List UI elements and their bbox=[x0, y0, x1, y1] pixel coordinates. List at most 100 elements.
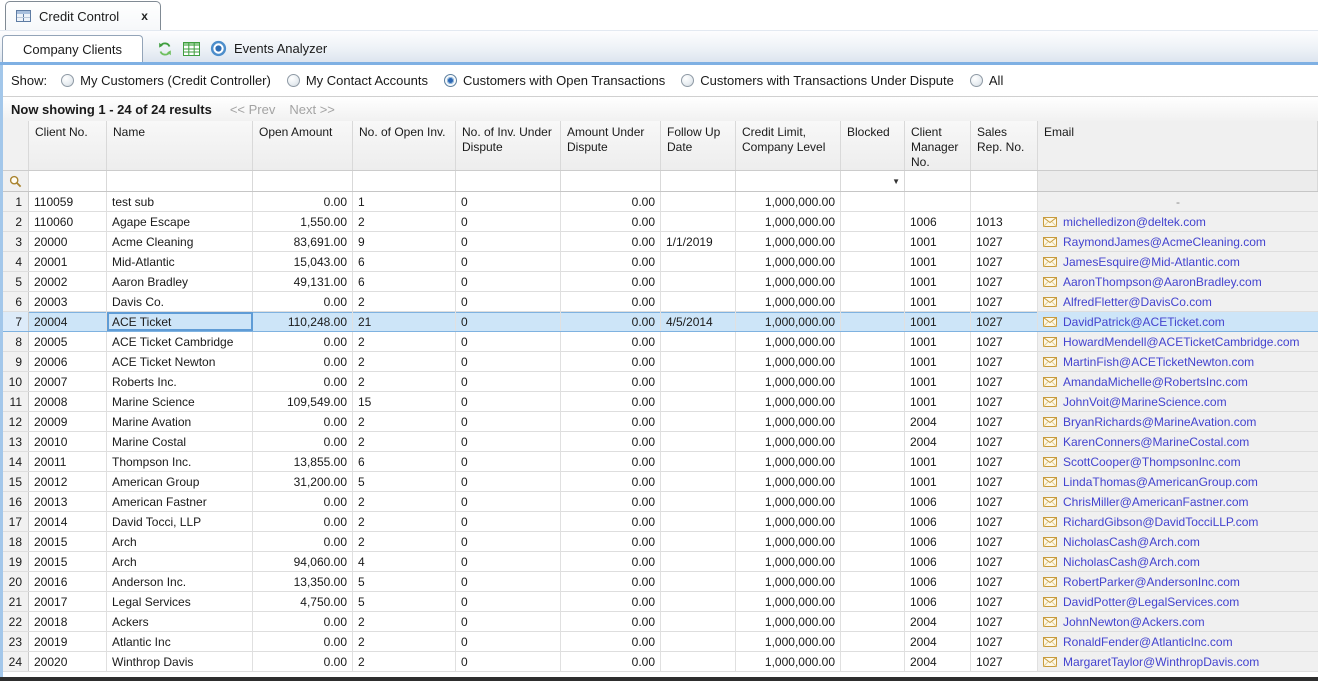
column-header-blocked[interactable]: Blocked bbox=[841, 121, 905, 170]
cell-blocked[interactable] bbox=[841, 252, 905, 271]
cell-client_mgr[interactable]: 1001 bbox=[905, 232, 971, 251]
cell-client_no[interactable]: 20018 bbox=[29, 612, 107, 631]
cell-sales_rep[interactable]: 1027 bbox=[971, 552, 1038, 571]
cell-follow_up[interactable] bbox=[661, 212, 736, 231]
cell-client_no[interactable]: 20000 bbox=[29, 232, 107, 251]
cell-follow_up[interactable] bbox=[661, 552, 736, 571]
cell-open_inv[interactable]: 2 bbox=[353, 632, 456, 651]
radio-option-4[interactable]: All bbox=[970, 73, 1003, 88]
cell-email[interactable]: NicholasCash@Arch.com bbox=[1038, 532, 1318, 551]
cell-amt_dispute[interactable]: 0.00 bbox=[561, 412, 661, 431]
cell-inv_dispute[interactable]: 0 bbox=[456, 192, 561, 211]
cell-open_amount[interactable]: 1,550.00 bbox=[253, 212, 353, 231]
cell-follow_up[interactable] bbox=[661, 532, 736, 551]
cell-amt_dispute[interactable]: 0.00 bbox=[561, 652, 661, 671]
cell-client_no[interactable]: 20017 bbox=[29, 592, 107, 611]
cell-blocked[interactable] bbox=[841, 492, 905, 511]
cell-open_amount[interactable]: 4,750.00 bbox=[253, 592, 353, 611]
cell-inv_dispute[interactable]: 0 bbox=[456, 252, 561, 271]
table-row[interactable]: 720004ACE Ticket110,248.002100.004/5/201… bbox=[3, 312, 1318, 332]
column-header-open_inv[interactable]: No. of Open Inv. bbox=[353, 121, 456, 170]
cell-client_mgr[interactable]: 1001 bbox=[905, 392, 971, 411]
cell-amt_dispute[interactable]: 0.00 bbox=[561, 352, 661, 371]
cell-open_inv[interactable]: 15 bbox=[353, 392, 456, 411]
cell-sales_rep[interactable]: 1027 bbox=[971, 532, 1038, 551]
events-analyzer-button[interactable]: Events Analyzer bbox=[210, 40, 327, 57]
cell-credit_limit[interactable]: 1,000,000.00 bbox=[736, 292, 841, 311]
cell-credit_limit[interactable]: 1,000,000.00 bbox=[736, 532, 841, 551]
cell-rownum[interactable]: 18 bbox=[3, 532, 29, 551]
cell-amt_dispute[interactable]: 0.00 bbox=[561, 372, 661, 391]
table-row[interactable]: 1220009Marine Avation0.00200.001,000,000… bbox=[3, 412, 1318, 432]
table-row[interactable]: 420001Mid-Atlantic15,043.00600.001,000,0… bbox=[3, 252, 1318, 272]
radio-icon[interactable] bbox=[681, 74, 694, 87]
cell-email[interactable]: RobertParker@AndersonInc.com bbox=[1038, 572, 1318, 591]
cell-client_mgr[interactable]: 1001 bbox=[905, 272, 971, 291]
cell-open_amount[interactable]: 110,248.00 bbox=[253, 312, 353, 331]
cell-credit_limit[interactable]: 1,000,000.00 bbox=[736, 212, 841, 231]
filter-input-open_amount[interactable] bbox=[253, 171, 353, 191]
column-header-inv_dispute[interactable]: No. of Inv. Under Dispute bbox=[456, 121, 561, 170]
cell-follow_up[interactable] bbox=[661, 272, 736, 291]
cell-name[interactable]: ACE Ticket Cambridge bbox=[107, 332, 253, 351]
email-link[interactable]: HowardMendell@ACETicketCambridge.com bbox=[1063, 335, 1299, 349]
cell-name[interactable]: Mid-Atlantic bbox=[107, 252, 253, 271]
table-row[interactable]: 2320019Atlantic Inc0.00200.001,000,000.0… bbox=[3, 632, 1318, 652]
cell-inv_dispute[interactable]: 0 bbox=[456, 232, 561, 251]
cell-email[interactable]: LindaThomas@AmericanGroup.com bbox=[1038, 472, 1318, 491]
cell-email[interactable]: ScottCooper@ThompsonInc.com bbox=[1038, 452, 1318, 471]
cell-email[interactable]: DavidPotter@LegalServices.com bbox=[1038, 592, 1318, 611]
cell-inv_dispute[interactable]: 0 bbox=[456, 412, 561, 431]
cell-sales_rep[interactable]: 1027 bbox=[971, 472, 1038, 491]
cell-blocked[interactable] bbox=[841, 332, 905, 351]
cell-blocked[interactable] bbox=[841, 212, 905, 231]
cell-client_no[interactable]: 20003 bbox=[29, 292, 107, 311]
cell-client_no[interactable]: 20015 bbox=[29, 532, 107, 551]
cell-inv_dispute[interactable]: 0 bbox=[456, 572, 561, 591]
cell-follow_up[interactable] bbox=[661, 592, 736, 611]
table-row[interactable]: 1720014David Tocci, LLP0.00200.001,000,0… bbox=[3, 512, 1318, 532]
cell-follow_up[interactable] bbox=[661, 392, 736, 411]
email-link[interactable]: ChrisMiller@AmericanFastner.com bbox=[1063, 495, 1249, 509]
cell-client_no[interactable]: 20008 bbox=[29, 392, 107, 411]
cell-inv_dispute[interactable]: 0 bbox=[456, 492, 561, 511]
cell-inv_dispute[interactable]: 0 bbox=[456, 532, 561, 551]
cell-email[interactable]: ChrisMiller@AmericanFastner.com bbox=[1038, 492, 1318, 511]
cell-client_no[interactable]: 20007 bbox=[29, 372, 107, 391]
table-row[interactable]: 620003Davis Co.0.00200.001,000,000.00100… bbox=[3, 292, 1318, 312]
filter-input-client_mgr[interactable] bbox=[905, 171, 971, 191]
table-row[interactable]: 2420020Winthrop Davis0.00200.001,000,000… bbox=[3, 652, 1318, 672]
cell-credit_limit[interactable]: 1,000,000.00 bbox=[736, 412, 841, 431]
cell-follow_up[interactable]: 4/5/2014 bbox=[661, 312, 736, 331]
column-header-open_amount[interactable]: Open Amount bbox=[253, 121, 353, 170]
cell-credit_limit[interactable]: 1,000,000.00 bbox=[736, 452, 841, 471]
cell-amt_dispute[interactable]: 0.00 bbox=[561, 592, 661, 611]
cell-open_inv[interactable]: 2 bbox=[353, 352, 456, 371]
cell-sales_rep[interactable]: 1027 bbox=[971, 612, 1038, 631]
cell-rownum[interactable]: 24 bbox=[3, 652, 29, 671]
filter-input-email[interactable] bbox=[1038, 171, 1318, 191]
cell-open_amount[interactable]: 0.00 bbox=[253, 652, 353, 671]
cell-open_amount[interactable]: 0.00 bbox=[253, 492, 353, 511]
filter-input-sales_rep[interactable] bbox=[971, 171, 1038, 191]
column-header-sales_rep[interactable]: Sales Rep. No. bbox=[971, 121, 1038, 170]
cell-client_mgr[interactable]: 2004 bbox=[905, 632, 971, 651]
cell-client_no[interactable]: 20019 bbox=[29, 632, 107, 651]
cell-rownum[interactable]: 12 bbox=[3, 412, 29, 431]
cell-amt_dispute[interactable]: 0.00 bbox=[561, 212, 661, 231]
filter-input-credit_limit[interactable] bbox=[736, 171, 841, 191]
cell-client_no[interactable]: 20006 bbox=[29, 352, 107, 371]
cell-client_mgr[interactable]: 1001 bbox=[905, 332, 971, 351]
cell-open_amount[interactable]: 0.00 bbox=[253, 612, 353, 631]
cell-open_amount[interactable]: 109,549.00 bbox=[253, 392, 353, 411]
filter-input-follow_up[interactable] bbox=[661, 171, 736, 191]
cell-sales_rep[interactable]: 1027 bbox=[971, 512, 1038, 531]
cell-amt_dispute[interactable]: 0.00 bbox=[561, 532, 661, 551]
cell-open_amount[interactable]: 94,060.00 bbox=[253, 552, 353, 571]
cell-client_no[interactable]: 20012 bbox=[29, 472, 107, 491]
column-header-rownum[interactable] bbox=[3, 121, 29, 170]
cell-follow_up[interactable] bbox=[661, 192, 736, 211]
radio-selected-icon[interactable] bbox=[444, 74, 457, 87]
table-row[interactable]: 820005ACE Ticket Cambridge0.00200.001,00… bbox=[3, 332, 1318, 352]
cell-follow_up[interactable] bbox=[661, 372, 736, 391]
